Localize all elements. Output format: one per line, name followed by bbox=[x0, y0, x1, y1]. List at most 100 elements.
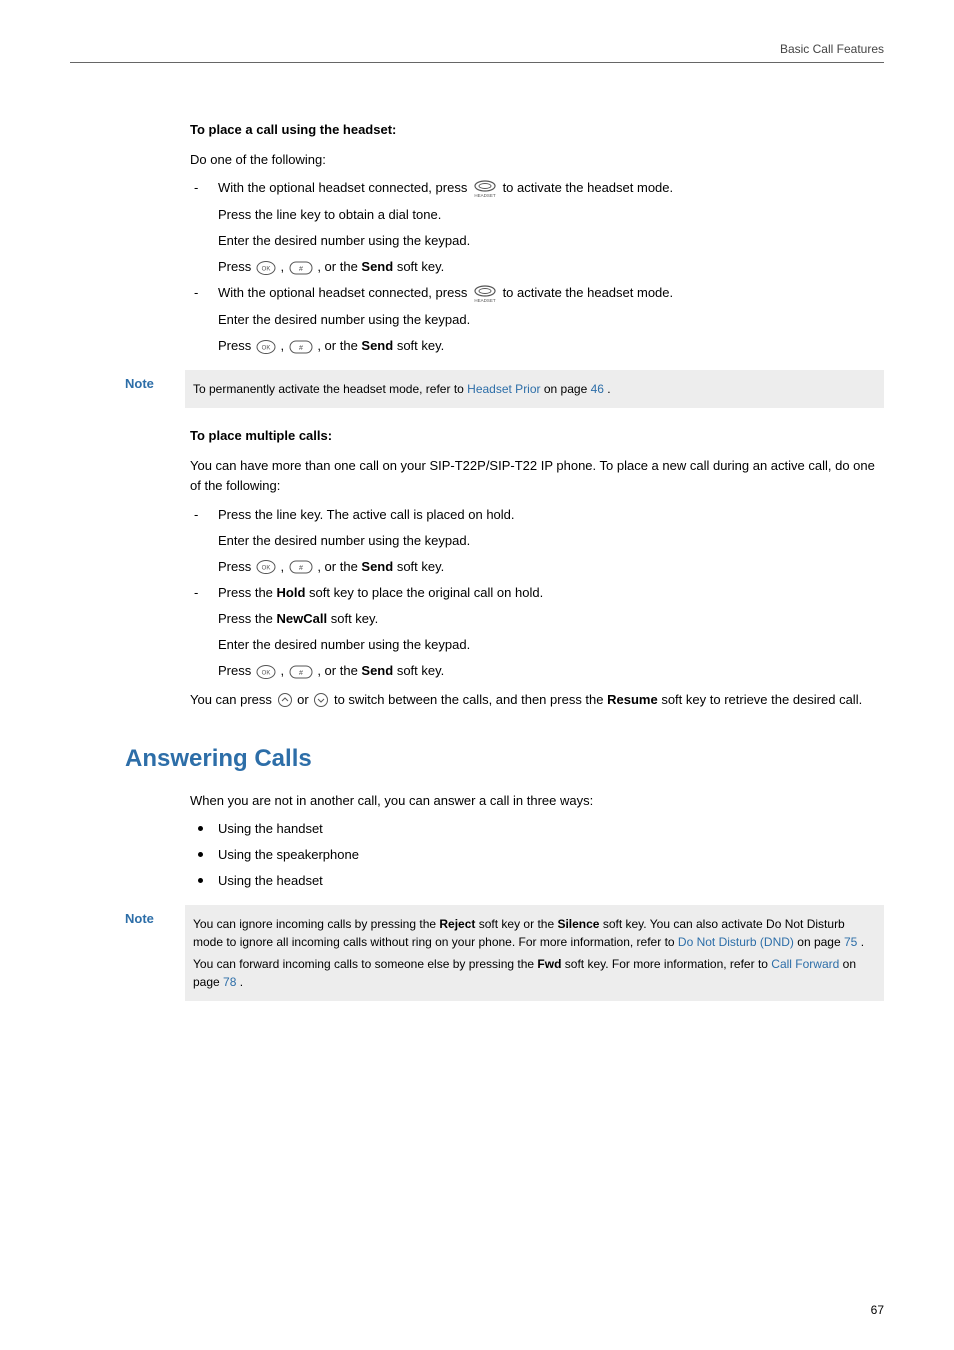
closing-text: You can press or to switch between the c… bbox=[190, 690, 884, 710]
text: soft key. bbox=[397, 663, 444, 678]
svg-text:OK: OK bbox=[262, 566, 271, 572]
pound-key-icon: # bbox=[288, 664, 314, 680]
text: to switch between the calls, and then pr… bbox=[334, 692, 607, 707]
reject-label: Reject bbox=[439, 917, 475, 931]
note-text: To permanently activate the headset mode… bbox=[193, 380, 876, 398]
text: soft key to retrieve the desired call. bbox=[661, 692, 862, 707]
text: soft key to place the original call on h… bbox=[309, 585, 543, 600]
text: , bbox=[280, 663, 287, 678]
svg-text:HEADSET: HEADSET bbox=[474, 193, 496, 198]
list-item: Using the speakerphone bbox=[190, 845, 884, 865]
down-arrow-key-icon bbox=[312, 692, 330, 708]
list-item: Using the handset bbox=[190, 819, 884, 839]
resume-label: Resume bbox=[607, 692, 658, 707]
step-line: Enter the desired number using the keypa… bbox=[218, 531, 884, 551]
note-block: Note You can ignore incoming calls by pr… bbox=[125, 905, 884, 1001]
page-link[interactable]: 75 bbox=[844, 935, 857, 949]
step-line: Enter the desired number using the keypa… bbox=[218, 635, 884, 655]
svg-text:#: # bbox=[299, 266, 303, 273]
headset-icon: HEADSET bbox=[471, 179, 499, 199]
ok-key-icon: OK bbox=[255, 664, 277, 680]
text: With the optional headset connected, pre… bbox=[218, 180, 471, 195]
pound-key-icon: # bbox=[288, 260, 314, 276]
text: . bbox=[240, 975, 243, 989]
section-title-answering-calls: Answering Calls bbox=[125, 740, 884, 777]
silence-label: Silence bbox=[557, 917, 599, 931]
text: soft key. For more information, refer to bbox=[565, 957, 772, 971]
ok-key-icon: OK bbox=[255, 260, 277, 276]
fwd-label: Fwd bbox=[537, 957, 561, 971]
text: , bbox=[280, 338, 287, 353]
intro-text: When you are not in another call, you ca… bbox=[190, 791, 884, 811]
text: to activate the headset mode. bbox=[503, 285, 674, 300]
text: You can forward incoming calls to someon… bbox=[193, 957, 537, 971]
list-item: Using the headset bbox=[190, 871, 884, 891]
send-label: Send bbox=[361, 663, 393, 678]
ok-key-icon: OK bbox=[255, 559, 277, 575]
page-link[interactable]: 78 bbox=[223, 975, 236, 989]
answer-ways-list: Using the handset Using the speakerphone… bbox=[190, 819, 884, 891]
text: or bbox=[297, 692, 312, 707]
page-link[interactable]: 46 bbox=[591, 382, 604, 396]
text: to activate the headset mode. bbox=[503, 180, 674, 195]
multiple-calls-list: Press the line key. The active call is p… bbox=[190, 505, 884, 682]
text: Press bbox=[218, 259, 255, 274]
heading-place-call-headset: To place a call using the headset: bbox=[190, 120, 884, 140]
send-label: Send bbox=[361, 338, 393, 353]
text: Press the bbox=[218, 585, 277, 600]
send-label: Send bbox=[361, 559, 393, 574]
note-body: You can ignore incoming calls by pressin… bbox=[185, 905, 884, 1001]
text: soft key. bbox=[397, 559, 444, 574]
list-item: With the optional headset connected, pre… bbox=[190, 178, 884, 277]
step-line: Press OK , # , or the bbox=[218, 661, 884, 681]
step-line: Press the Hold soft key to place the ori… bbox=[218, 583, 884, 603]
svg-text:OK: OK bbox=[262, 345, 271, 351]
up-arrow-key-icon bbox=[276, 692, 294, 708]
text: on page bbox=[797, 935, 844, 949]
text: You can press bbox=[190, 692, 276, 707]
page-number: 67 bbox=[871, 1301, 884, 1320]
headset-prior-link[interactable]: Headset Prior bbox=[467, 382, 540, 396]
step-line: Press the NewCall soft key. bbox=[218, 609, 884, 629]
page: Basic Call Features To place a call usin… bbox=[0, 0, 954, 1350]
text: Press bbox=[218, 663, 255, 678]
dnd-link[interactable]: Do Not Disturb (DND) bbox=[678, 935, 794, 949]
text: , or the bbox=[317, 338, 361, 353]
step-line: Enter the desired number using the keypa… bbox=[218, 310, 884, 330]
note-text: You can forward incoming calls to someon… bbox=[193, 955, 876, 991]
step-line: With the optional headset connected, pre… bbox=[218, 178, 884, 199]
text: . bbox=[607, 382, 610, 396]
text: . bbox=[861, 935, 864, 949]
ok-key-icon: OK bbox=[255, 339, 277, 355]
step-line: Press the line key to obtain a dial tone… bbox=[218, 205, 884, 225]
content-area: To place a call using the headset: Do on… bbox=[190, 120, 884, 1001]
step-line: Enter the desired number using the keypa… bbox=[218, 231, 884, 251]
step-line: Press OK , # , or the bbox=[218, 557, 884, 577]
headset-icon: HEADSET bbox=[471, 284, 499, 304]
svg-text:OK: OK bbox=[262, 266, 271, 272]
step-line: Press OK , # , or the bbox=[218, 257, 884, 277]
text: on page bbox=[544, 382, 591, 396]
hold-label: Hold bbox=[277, 585, 306, 600]
text: soft key. bbox=[397, 338, 444, 353]
text: , or the bbox=[317, 559, 361, 574]
svg-text:HEADSET: HEADSET bbox=[474, 298, 496, 303]
note-label: Note bbox=[125, 905, 185, 929]
list-item: Press the Hold soft key to place the ori… bbox=[190, 583, 884, 682]
running-header: Basic Call Features bbox=[780, 40, 884, 59]
svg-text:OK: OK bbox=[262, 670, 271, 676]
step-line: Press the line key. The active call is p… bbox=[218, 505, 884, 525]
text: Press the bbox=[218, 611, 277, 626]
send-label: Send bbox=[361, 259, 393, 274]
svg-text:#: # bbox=[299, 345, 303, 352]
call-forward-link[interactable]: Call Forward bbox=[771, 957, 839, 971]
text: , bbox=[280, 559, 287, 574]
text: soft key or the bbox=[479, 917, 558, 931]
step-line: Press OK , # , or the bbox=[218, 336, 884, 356]
list-item: With the optional headset connected, pre… bbox=[190, 283, 884, 356]
step-line: With the optional headset connected, pre… bbox=[218, 283, 884, 304]
svg-text:#: # bbox=[299, 670, 303, 677]
text: soft key. bbox=[397, 259, 444, 274]
text: , bbox=[280, 259, 287, 274]
text: Press bbox=[218, 559, 255, 574]
